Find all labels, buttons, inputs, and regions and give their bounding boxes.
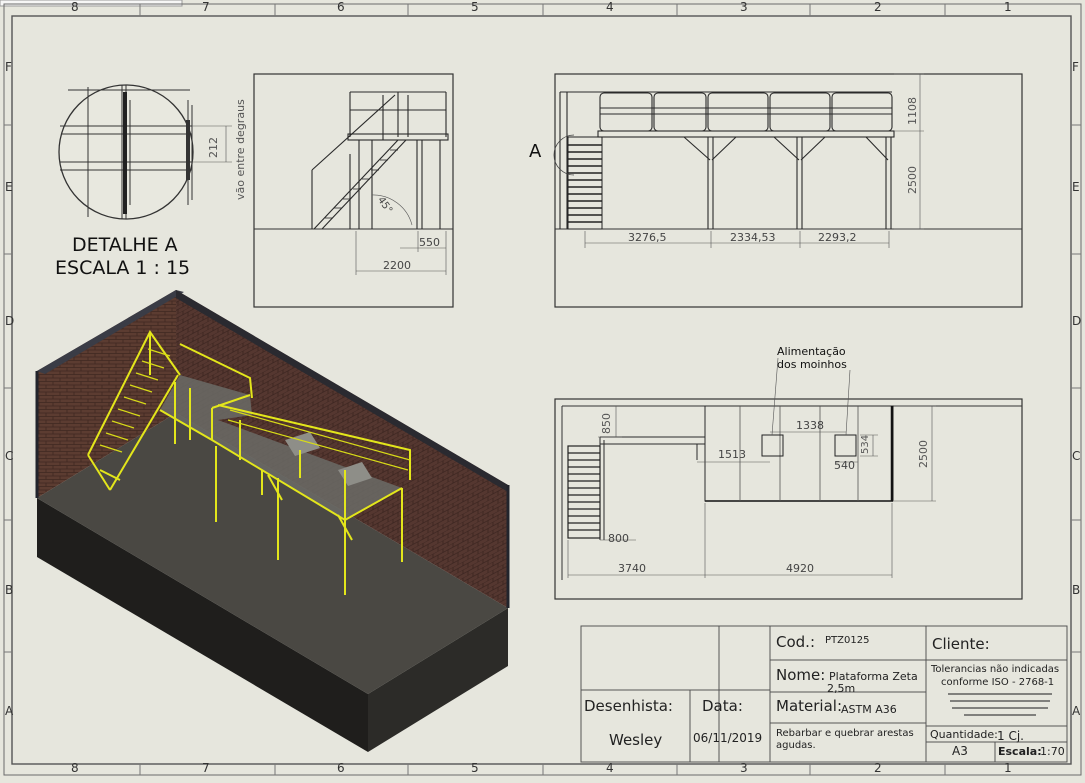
tb-cod-value: PTZ0125 [825, 635, 870, 646]
side-view [253, 73, 454, 308]
tb-escala-value: 1:70 [1040, 745, 1065, 758]
isometric-view [35, 290, 510, 752]
tb-material-label: Material: [776, 697, 842, 715]
zone-row-b-right: B [1072, 583, 1081, 597]
front-dim-span-3: 2293,2 [818, 231, 857, 244]
tb-tolerance-1: Tolerancias não indicadas [931, 664, 1060, 675]
tb-confidential-note-lines [948, 693, 1052, 716]
tb-desenhista-value: Wesley [609, 731, 663, 749]
tb-material-value: ASTM A36 [841, 703, 897, 716]
top-dim-3740: 3740 [618, 562, 646, 575]
front-view [553, 73, 1023, 308]
detail-scale: ESCALA 1 : 15 [55, 257, 191, 279]
top-dim-4920: 4920 [786, 562, 814, 575]
tb-cliente-label: Cliente: [932, 635, 990, 653]
zone-row-e-right: E [1072, 180, 1080, 194]
zone-col-8: 8 [71, 0, 79, 14]
tb-data-value: 06/11/2019 [693, 731, 763, 745]
front-dim-span-1: 3276,5 [628, 231, 667, 244]
drawing-canvas [0, 0, 1082, 776]
top-dim-850: 850 [600, 413, 613, 434]
detail-dim-212: 212 [207, 137, 220, 158]
zone-col-1-bottom: 1 [1004, 761, 1012, 775]
zone-row-e: E [5, 180, 13, 194]
top-dim-2500: 2500 [917, 440, 930, 468]
zone-col-7-bottom: 7 [202, 761, 210, 775]
zone-col-1: 1 [1004, 0, 1012, 14]
top-dim-1338: 1338 [796, 419, 824, 432]
tb-tolerance-2: conforme ISO - 2768-1 [941, 677, 1055, 688]
zone-col-3-bottom: 3 [740, 761, 748, 775]
zone-row-b: B [5, 583, 14, 597]
tb-note-2: agudas. [776, 740, 816, 751]
zone-col-2-bottom: 2 [874, 761, 882, 775]
zone-row-f: F [5, 60, 12, 74]
zone-col-5-bottom: 5 [471, 761, 479, 775]
zone-col-2: 2 [874, 0, 882, 14]
side-dim-2200: 2200 [383, 259, 411, 272]
callout-line-1: Alimentação [777, 345, 846, 358]
window-fragment [0, 0, 183, 7]
tb-nome-value-2: 2,5m [827, 682, 856, 695]
zone-row-a: A [5, 704, 14, 718]
tb-desenhista-label: Desenhista: [584, 697, 673, 715]
tb-quantidade-value: 1 Cj. [997, 729, 1024, 743]
zone-col-4-bottom: 4 [606, 761, 614, 775]
section-marker-a: A [529, 141, 542, 162]
zone-col-3: 3 [740, 0, 748, 14]
tb-escala-label: Escala: [998, 745, 1042, 758]
zone-row-d-right: D [1072, 314, 1082, 328]
detail-dim-caption: vão entre degraus [234, 99, 247, 200]
zone-row-f-right: F [1072, 60, 1079, 74]
zone-row-c-right: C [1072, 449, 1081, 463]
drawing-sheet: 8 7 6 5 4 3 2 1 8 7 6 5 4 3 2 1 F E D C … [0, 0, 1085, 779]
zone-col-6-bottom: 6 [337, 761, 345, 775]
zone-row-a-right: A [1072, 704, 1081, 718]
tb-cod-label: Cod.: [776, 633, 815, 651]
top-dim-800: 800 [608, 532, 629, 545]
zone-col-5: 5 [471, 0, 479, 14]
tb-confidential-note [940, 690, 1060, 724]
front-dim-span-2: 2334,53 [730, 231, 776, 244]
top-dim-540: 540 [834, 459, 855, 472]
zone-col-7: 7 [202, 0, 210, 14]
tb-nome-label: Nome: [776, 666, 826, 684]
tb-data-label: Data: [702, 697, 743, 715]
zone-col-6: 6 [337, 0, 345, 14]
top-dim-1513: 1513 [718, 448, 746, 461]
tb-note-1: Rebarbar e quebrar arestas [776, 728, 914, 739]
side-dim-550: 550 [419, 236, 440, 249]
zone-row-d: D [5, 314, 15, 328]
detail-title: DETALHE A [72, 234, 178, 256]
front-dim-1108: 1108 [906, 97, 919, 125]
zone-col-8-bottom: 8 [71, 761, 79, 775]
tb-formato-value: A3 [952, 744, 968, 758]
zone-col-4: 4 [606, 0, 614, 14]
front-dim-2500: 2500 [906, 166, 919, 194]
top-dim-534: 534 [860, 434, 871, 454]
callout-line-2: dos moinhos [777, 358, 847, 371]
zone-row-c: C [5, 449, 14, 463]
tb-quantidade-label: Quantidade: [930, 728, 998, 741]
